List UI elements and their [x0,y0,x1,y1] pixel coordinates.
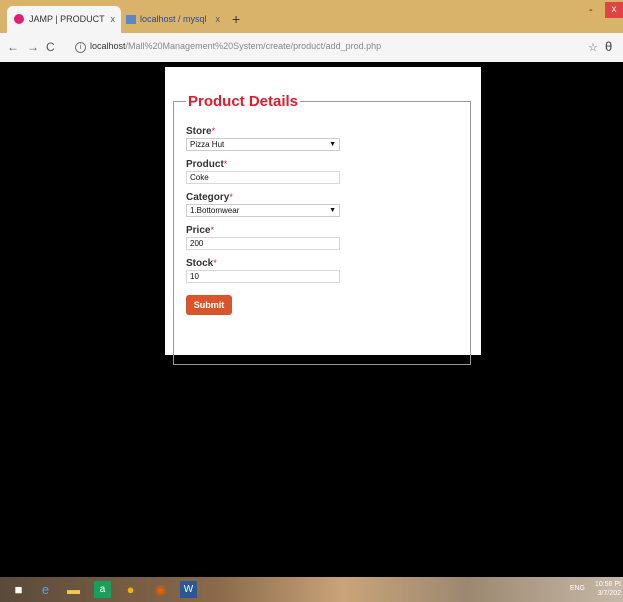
reload-icon[interactable]: C [46,40,55,54]
product-input[interactable]: Coke [186,171,340,184]
store-icon[interactable]: a [94,581,111,598]
chrome-icon[interactable]: ● [122,581,139,598]
url-path: /Mall%20Management%20System/create/produ… [125,41,382,51]
product-form-card: Product Details Store* Pizza Hut ▼ Produc… [165,67,481,365]
product-label: Product* [186,159,228,170]
language-indicator[interactable]: ENG [570,585,585,592]
tab-close-icon[interactable]: x [111,6,116,33]
info-icon[interactable]: i [75,42,86,53]
forward-arrow-icon[interactable]: → [27,40,39,54]
minimize-button[interactable]: - [589,4,593,16]
category-label: Category* [186,192,233,203]
form-legend: Product Details [188,93,299,110]
back-arrow-icon[interactable]: ← [7,40,19,54]
clock-time: 10:56 PI [594,581,621,588]
tab-title: JAMP | PRODUCT [29,14,105,24]
firefox-icon[interactable]: ◉ [152,581,169,598]
clock-date: 3/7/202 [597,590,621,597]
file-explorer-icon[interactable]: ▬ [65,581,82,598]
windows-start-icon[interactable]: ■ [10,581,27,598]
price-input[interactable]: 200 [186,237,340,250]
stock-label: Stock* [186,258,217,269]
dropdown-arrow-icon: ▼ [329,207,336,214]
stock-input[interactable]: 10 [186,270,340,283]
profile-icon[interactable]: θ [605,39,612,54]
price-label: Price* [186,225,214,236]
site-favicon-icon [14,14,24,24]
store-select[interactable]: Pizza Hut ▼ [186,138,340,151]
tab-phpmyadmin[interactable]: localhost / mysql wampserver / x [124,6,226,51]
product-details-fieldset: Product Details Store* Pizza Hut ▼ Produc… [173,93,471,365]
url-field[interactable]: i localhost/Mall%20Management%20System/cr… [75,41,381,53]
phpmyadmin-favicon-icon [126,15,136,24]
windows-taskbar: ■ e ▬ a ● ◉ W ENG 10:56 PI 3/7/202 [0,577,623,602]
close-window-button[interactable]: x [605,2,623,18]
taskbar-clock[interactable]: 10:56 PI 3/7/202 [595,580,621,598]
edge-icon[interactable]: e [37,581,54,598]
tab-product[interactable]: JAMP | PRODUCT x [7,6,121,33]
store-label: Store* [186,126,216,137]
required-marker: * [210,225,214,235]
required-marker: * [213,258,217,268]
url-host: localhost [90,41,126,51]
tab-close-icon[interactable]: x [216,6,221,33]
tab-bar: JAMP | PRODUCT x localhost / mysql wamps… [0,0,623,51]
required-marker: * [229,192,233,202]
required-marker: * [223,159,228,169]
required-marker: * [211,126,216,136]
new-tab-button[interactable]: + [232,6,240,33]
word-icon[interactable]: W [180,581,197,598]
bookmark-star-icon[interactable]: ☆ [588,41,598,54]
dropdown-arrow-icon: ▼ [329,141,336,148]
category-select[interactable]: 1.Bottomwear ▼ [186,204,340,217]
submit-button[interactable]: Submit [186,295,232,315]
address-bar: ← → C i localhost/Mall%20Management%20Sys… [0,33,623,63]
page-viewport: Product Details Store* Pizza Hut ▼ Produc… [0,62,623,577]
browser-window: JAMP | PRODUCT x localhost / mysql wamps… [0,0,623,602]
